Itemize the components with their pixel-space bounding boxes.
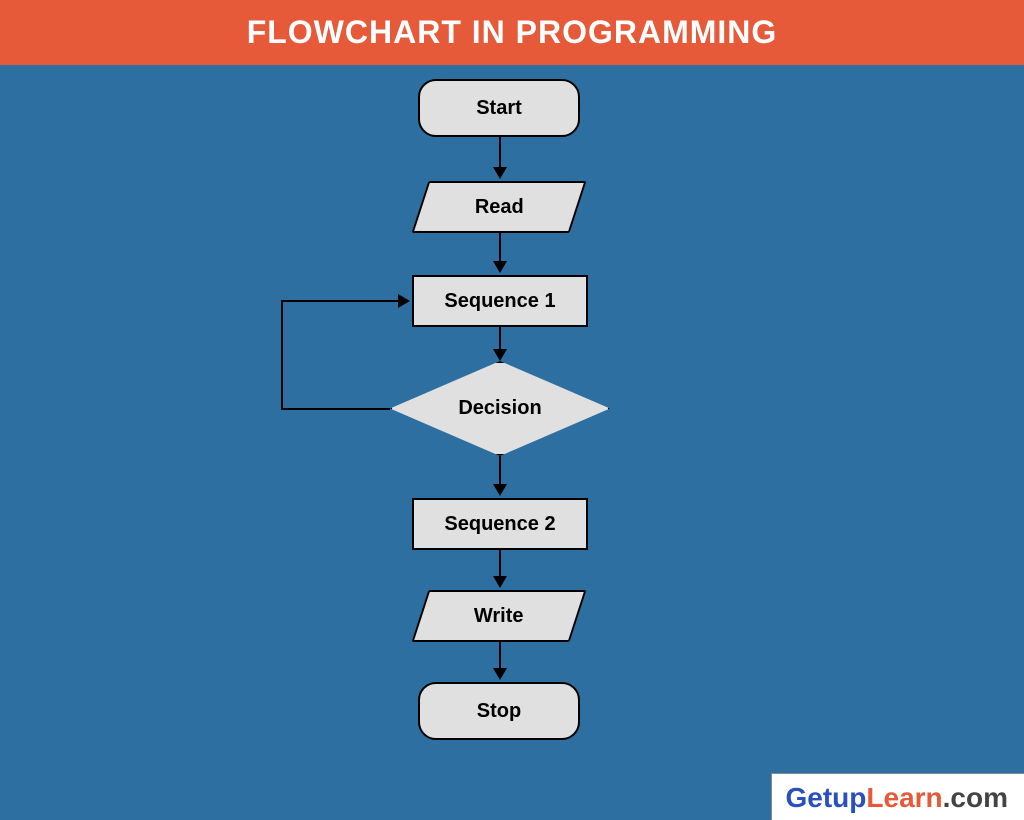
- arrow-seq1-decision: [499, 327, 501, 351]
- arrowhead-icon: [398, 294, 410, 308]
- arrow-seq2-write: [499, 550, 501, 578]
- watermark: GetupLearn.com: [771, 773, 1024, 820]
- arrowhead-icon: [493, 668, 507, 680]
- loop-line: [281, 300, 283, 410]
- node-read-label: Read: [475, 196, 524, 219]
- node-start-label: Start: [476, 97, 522, 120]
- page-title: FLOWCHART IN PROGRAMMING: [0, 0, 1024, 65]
- node-write: Write: [412, 590, 587, 642]
- node-start: Start: [418, 79, 580, 137]
- node-stop-label: Stop: [477, 700, 521, 723]
- loop-line: [281, 408, 390, 410]
- node-sequence-2: Sequence 2: [412, 498, 588, 550]
- watermark-part3: .com: [943, 782, 1008, 813]
- arrow-decision-seq2: [499, 456, 501, 486]
- node-read: Read: [412, 181, 587, 233]
- loop-line: [281, 300, 399, 302]
- node-decision-label: Decision: [390, 361, 610, 456]
- arrow-start-read: [499, 137, 501, 169]
- arrow-read-seq1: [499, 233, 501, 263]
- node-seq1-label: Sequence 1: [444, 290, 555, 313]
- node-write-label: Write: [474, 605, 524, 628]
- arrowhead-icon: [493, 167, 507, 179]
- node-stop: Stop: [418, 682, 580, 740]
- node-sequence-1: Sequence 1: [412, 275, 588, 327]
- flowchart-canvas: Start Read Sequence 1 Decision Sequence …: [0, 65, 1024, 820]
- watermark-part1: Getup: [786, 782, 867, 813]
- node-seq2-label: Sequence 2: [444, 513, 555, 536]
- node-decision: Decision: [390, 361, 610, 456]
- arrowhead-icon: [493, 349, 507, 361]
- arrowhead-icon: [493, 261, 507, 273]
- arrowhead-icon: [493, 576, 507, 588]
- arrow-write-stop: [499, 642, 501, 670]
- arrowhead-icon: [493, 484, 507, 496]
- watermark-part2: Learn: [866, 782, 942, 813]
